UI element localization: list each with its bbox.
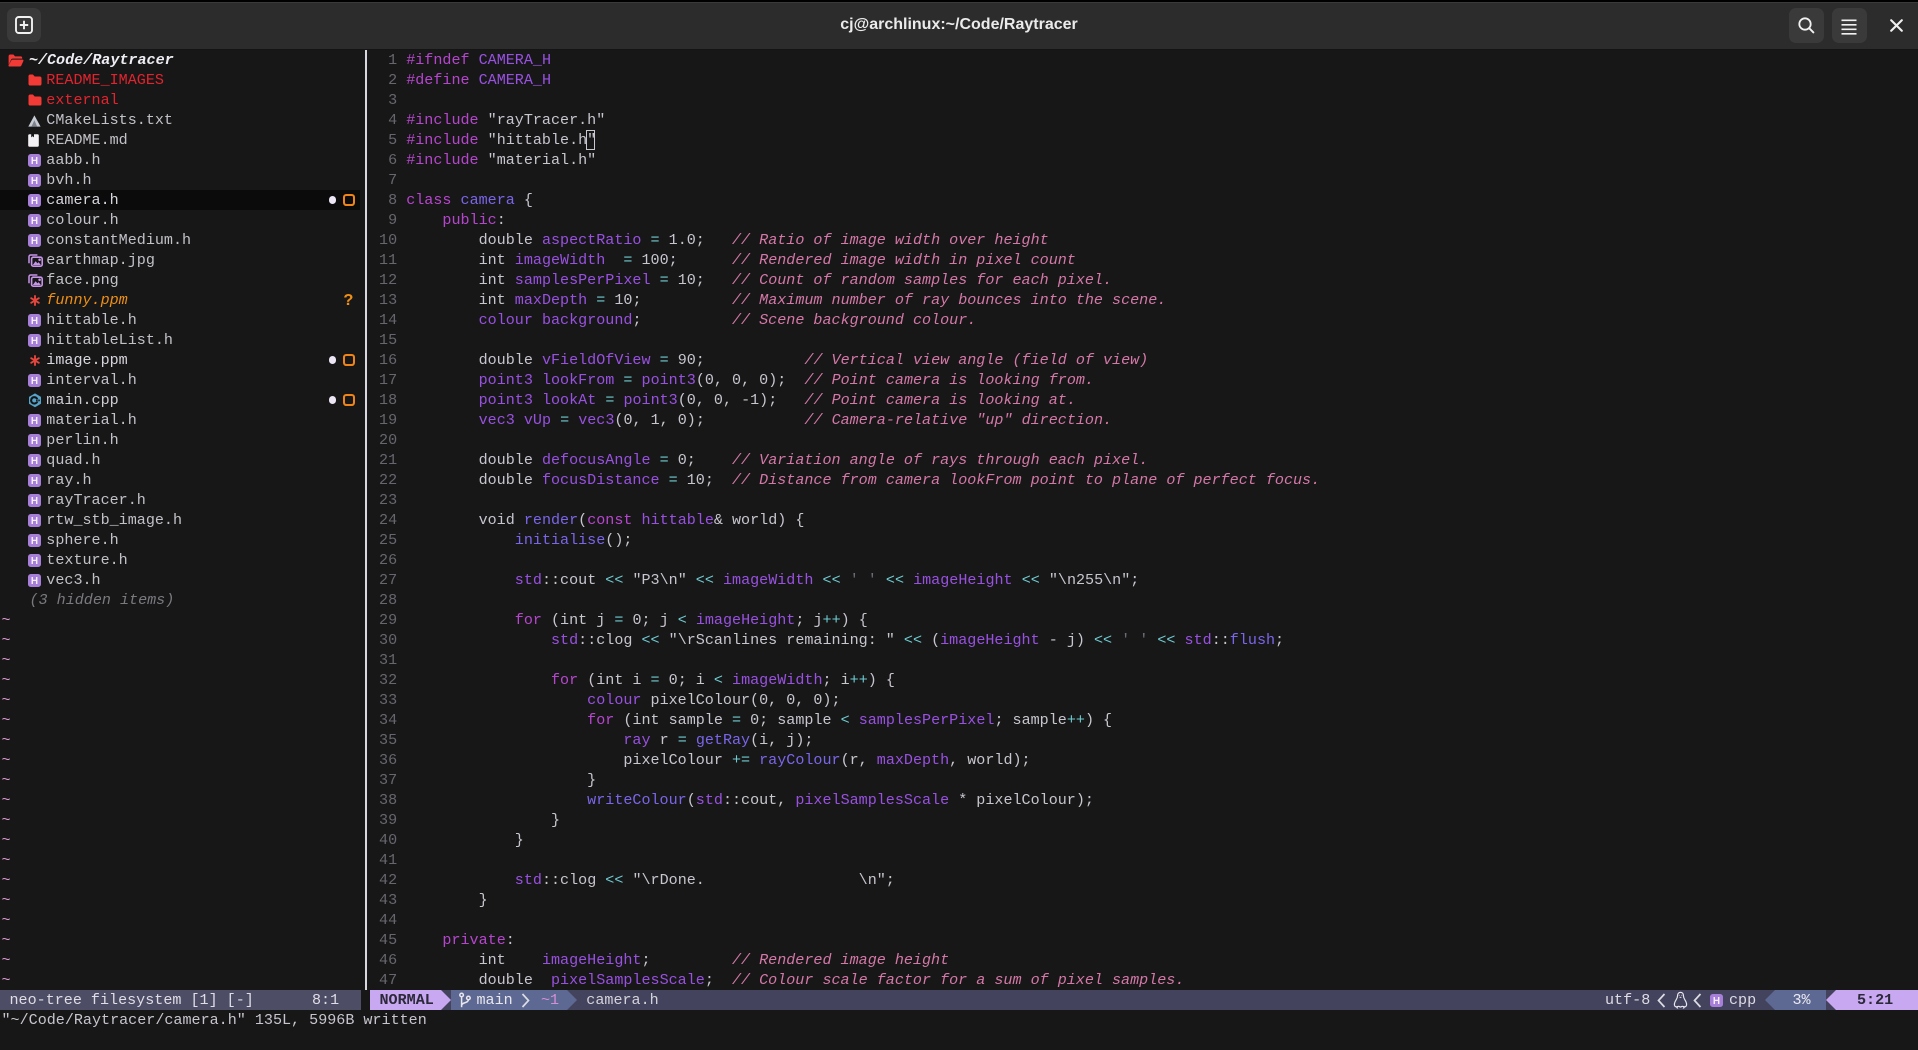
- svg-text:H: H: [31, 556, 38, 567]
- svg-text:H: H: [31, 416, 38, 427]
- svg-text:H: H: [31, 196, 38, 207]
- svg-text:H: H: [31, 216, 38, 227]
- svg-text:H: H: [31, 236, 38, 247]
- svg-text:H: H: [31, 476, 38, 487]
- svg-text:H: H: [31, 516, 38, 527]
- svg-text:H: H: [31, 316, 38, 327]
- svg-text:H: H: [31, 376, 38, 387]
- svg-text:H: H: [1713, 996, 1720, 1007]
- svg-text:H: H: [31, 336, 38, 347]
- svg-text:H: H: [31, 576, 38, 587]
- svg-text:H: H: [31, 536, 38, 547]
- svg-text:H: H: [31, 456, 38, 467]
- svg-text:H: H: [31, 496, 38, 507]
- svg-text:H: H: [31, 156, 38, 167]
- svg-text:H: H: [31, 436, 38, 447]
- svg-text:H: H: [31, 176, 38, 187]
